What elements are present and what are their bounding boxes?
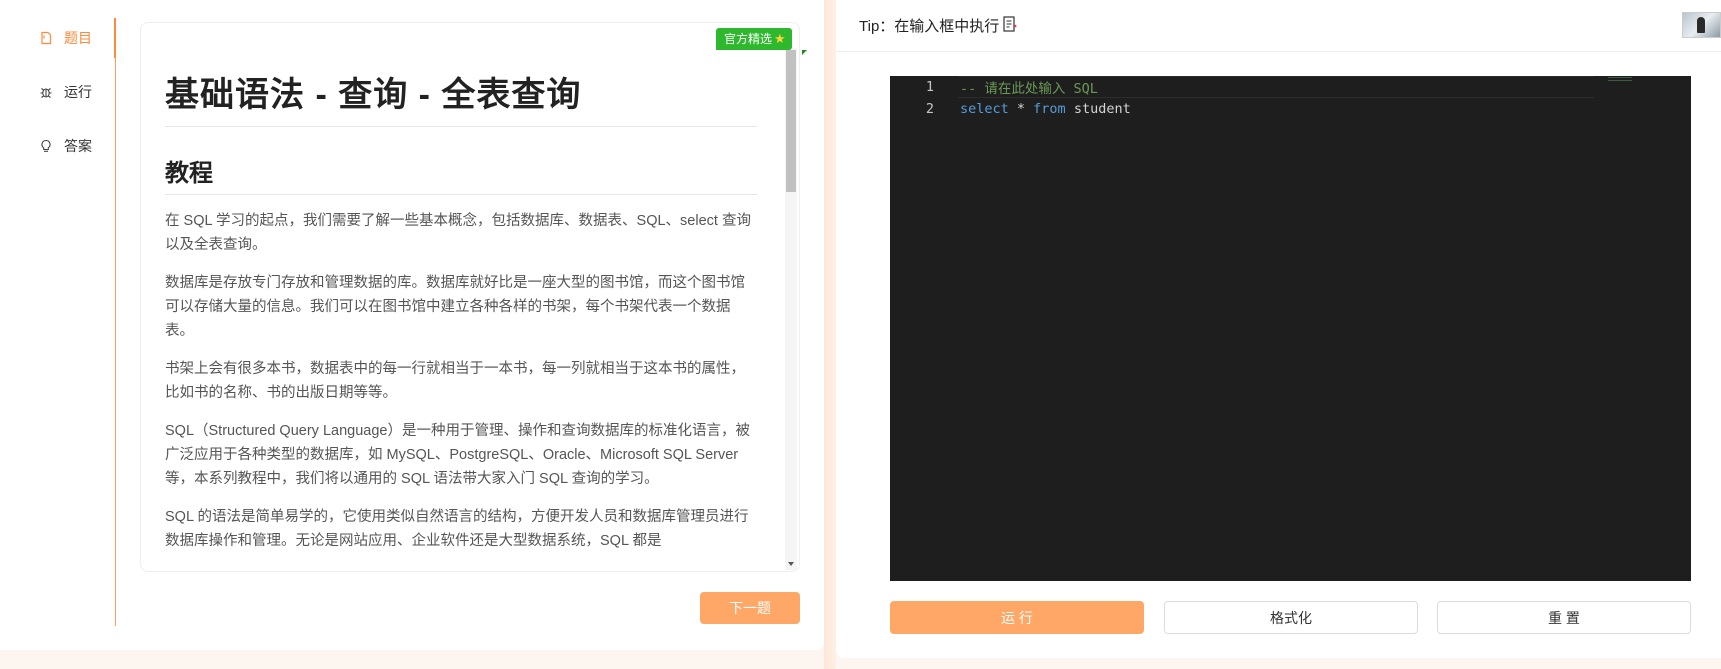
scrollbar-thumb[interactable] [786,50,796,192]
tip-text: Tip：在输入框中执行 [859,18,1000,35]
keyword-from: from [1033,101,1066,117]
editor-line[interactable]: 1 -- 请在此处输入 SQL [890,76,1691,98]
operator: * [1008,101,1034,117]
badge-ribbon-fold [802,50,807,55]
tip-bar: Tip：在输入框中执行 [836,0,1721,52]
question-panel: 题目 运行 答案 基础语法 - 查询 - 全表查询 教程 在 SQL 学习的起点… [0,0,824,650]
article-card: 基础语法 - 查询 - 全表查询 教程 在 SQL 学习的起点，我们需要了解一些… [140,22,800,572]
scroll-down-arrow-icon[interactable] [788,562,794,566]
star-icon: ★ [774,31,786,46]
section-heading: 教程 [165,153,757,195]
paragraph: SQL（Structured Query Language）是一种用于管理、操作… [165,423,750,487]
avatar-figure [1697,17,1705,33]
official-pick-badge: 官方精选 ★ [716,28,792,50]
line-number: 2 [925,101,934,117]
document-icon [38,30,54,46]
panel-divider[interactable] [824,0,836,669]
sql-editor[interactable]: 1 -- 请在此处输入 SQL 2 select * from student [890,76,1691,581]
paragraph: 书架上会有很多本书，数据表中的每一行就相当于一本书，每一列就相当于这本书的属性，… [165,361,745,401]
line-number: 1 [925,79,934,95]
bug-icon [38,84,54,100]
menu-item-question[interactable]: 题目 [0,18,116,58]
menu-item-run[interactable]: 运行 [0,72,115,112]
article-content: 基础语法 - 查询 - 全表查询 教程 在 SQL 学习的起点，我们需要了解一些… [165,67,757,571]
paragraph: 数据库是存放专门存放和管理数据的库。数据库就好比是一座大型的图书馆，而这个图书馆… [165,275,745,339]
minimap-mark [1608,77,1632,81]
page-title: 基础语法 - 查询 - 全表查询 [165,67,757,127]
editor-line[interactable]: 2 select * from student [890,98,1691,120]
next-question-button[interactable]: 下一题 [700,592,800,624]
identifier: student [1065,101,1131,117]
run-button[interactable]: 运 行 [890,601,1144,634]
keyword-select: select [960,101,1009,117]
menu-item-label: 答案 [64,138,92,154]
badge-label: 官方精选 [724,32,773,46]
document-edit-icon [999,15,1019,37]
side-menu: 题目 运行 答案 [0,18,116,626]
editor-panel: Tip：在输入框中执行 1 -- 请在此处输入 SQL 2 select * f… [836,0,1721,658]
avatar[interactable] [1682,12,1721,38]
menu-item-answer[interactable]: 答案 [0,126,115,166]
code-text: select * from student [960,101,1131,117]
menu-item-label: 运行 [64,84,92,100]
reset-button[interactable]: 重 置 [1437,601,1691,634]
bulb-icon [38,138,54,154]
paragraph: 在 SQL 学习的起点，我们需要了解一些基本概念，包括数据库、数据表、SQL、s… [165,213,751,253]
code-comment: -- 请在此处输入 SQL [960,81,1098,97]
paragraph: SQL 的语法是简单易学的，它使用类似自然语言的结构，方便开发人员和数据库管理员… [165,509,749,549]
article-scrollbar[interactable] [785,48,797,570]
menu-item-label: 题目 [64,30,92,46]
format-button[interactable]: 格式化 [1164,601,1418,634]
